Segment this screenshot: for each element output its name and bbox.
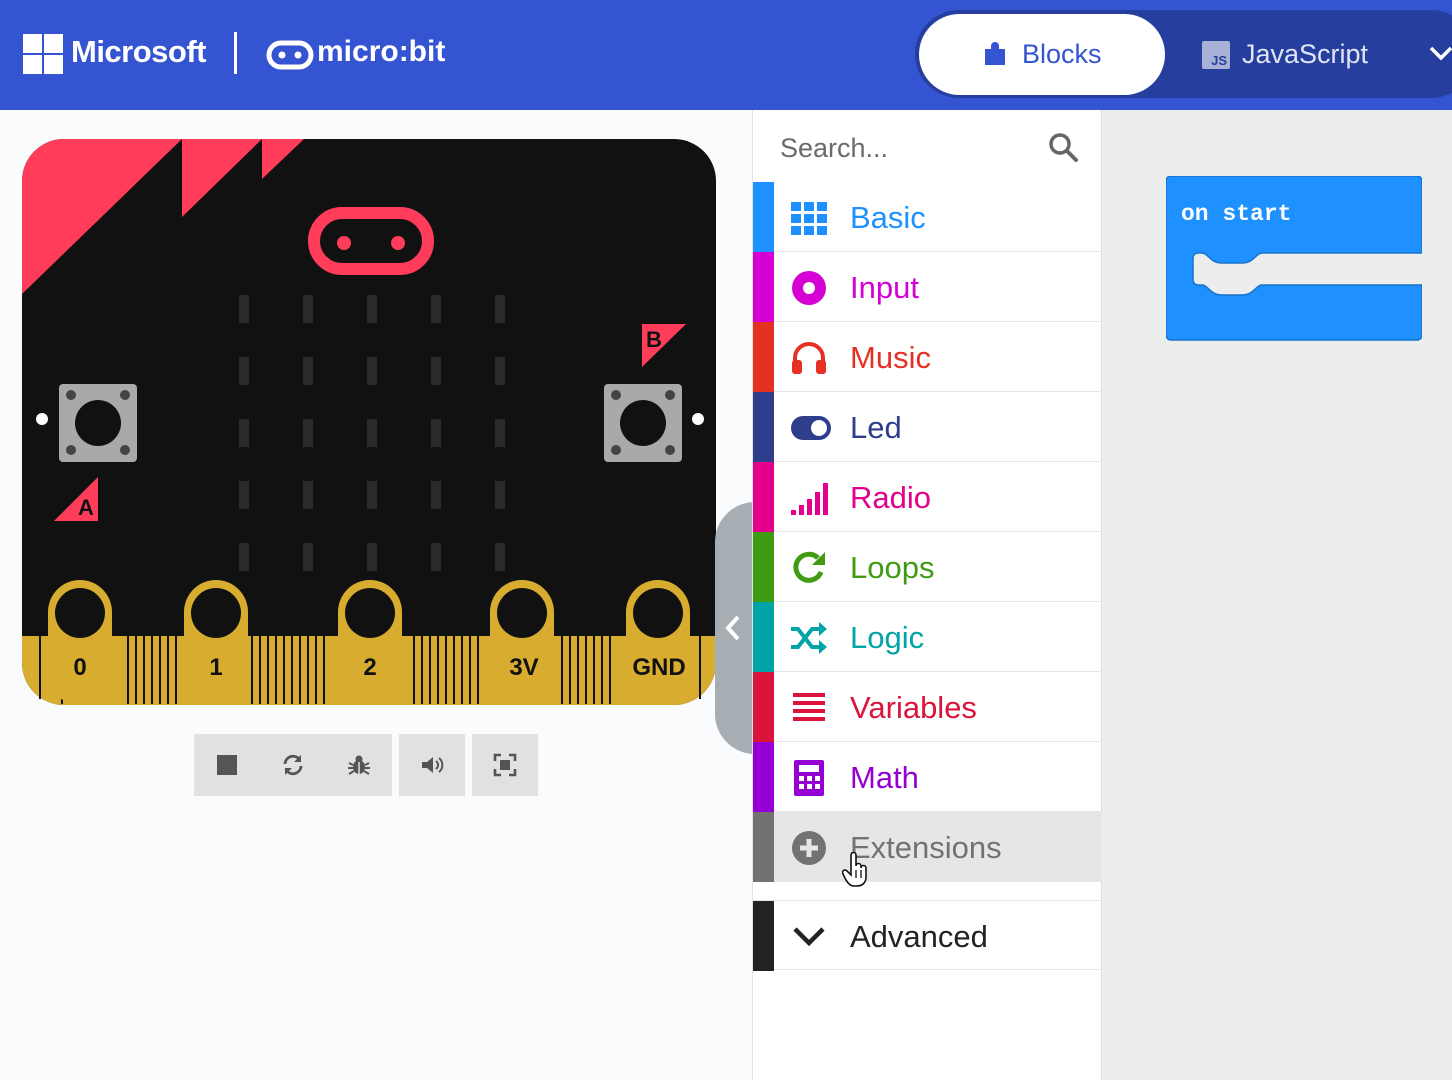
category-color-bar	[753, 602, 774, 672]
category-label: Logic	[850, 620, 925, 655]
headphones-icon	[792, 342, 826, 374]
microsoft-logo-icon	[23, 34, 63, 74]
category-extensions[interactable]: Extensions	[753, 812, 1102, 882]
mute-button[interactable]	[399, 734, 465, 796]
shuffle-icon	[791, 622, 827, 654]
restart-icon	[283, 754, 303, 776]
button-b[interactable]	[604, 384, 682, 462]
chevron-down-icon	[793, 927, 825, 947]
category-color-bar	[753, 812, 774, 882]
toolbox-search-input[interactable]	[780, 126, 1030, 170]
hand-cursor-icon	[842, 852, 867, 887]
chevron-left-icon	[725, 615, 740, 641]
puzzle-icon	[985, 42, 1005, 65]
category-color-bar	[753, 901, 774, 971]
category-color-bar	[753, 392, 774, 462]
bug-icon	[348, 755, 370, 775]
category-color-bar	[753, 742, 774, 812]
category-color-bar	[753, 532, 774, 602]
button-b-label: B	[646, 327, 662, 352]
category-color-bar	[753, 462, 774, 532]
debug-button[interactable]	[326, 734, 392, 796]
microbit-logo-icon	[266, 40, 314, 70]
category-math[interactable]: Math	[753, 742, 1102, 812]
category-led[interactable]: Led	[753, 392, 1102, 462]
tab-blocks-label: Blocks	[1022, 39, 1102, 69]
category-variables[interactable]: Variables	[753, 672, 1102, 742]
tab-javascript-label: JavaScript	[1242, 39, 1369, 69]
category-color-bar	[753, 252, 774, 322]
pin-label: GND	[632, 654, 685, 681]
fullscreen-button[interactable]	[472, 734, 538, 796]
stop-button[interactable]	[194, 734, 260, 796]
search-icon[interactable]	[1047, 131, 1079, 163]
category-color-bar	[753, 672, 774, 742]
on-start-label: on start	[1181, 201, 1292, 227]
category-label: Variables	[850, 690, 977, 725]
simulator-collapse-button[interactable]	[715, 502, 755, 754]
category-label: Radio	[850, 480, 931, 515]
speaker-icon	[422, 757, 444, 773]
category-advanced[interactable]: Advanced	[753, 900, 1102, 971]
category-input[interactable]: Input	[753, 252, 1102, 322]
toggle-icon	[791, 416, 831, 440]
brand-divider	[234, 32, 237, 74]
category-basic[interactable]: Basic	[753, 182, 1102, 252]
microsoft-brand: Microsoft	[71, 34, 207, 69]
button-a[interactable]	[59, 384, 137, 462]
calculator-icon	[794, 760, 824, 796]
microbit-brand: micro:bit	[317, 35, 446, 68]
chevron-down-icon[interactable]	[1428, 42, 1452, 64]
signal-bars-icon	[791, 483, 828, 515]
tab-javascript[interactable]: JS JavaScript	[1190, 14, 1430, 95]
category-loops[interactable]: Loops	[753, 532, 1102, 602]
category-label: Basic	[850, 200, 926, 235]
category-radio[interactable]: Radio	[753, 462, 1102, 532]
category-label: Advanced	[850, 919, 988, 954]
input-circle-icon	[792, 271, 826, 305]
category-color-bar	[753, 182, 774, 252]
category-label: Extensions	[850, 830, 1002, 865]
microbit-board: A B 0 1 2 3V GND	[22, 139, 716, 705]
category-logic[interactable]: Logic	[753, 602, 1102, 672]
pin-label: 0	[73, 654, 86, 681]
category-color-bar	[753, 322, 774, 392]
category-label: Input	[850, 270, 919, 305]
category-label: Loops	[850, 550, 935, 585]
stop-icon	[217, 755, 237, 775]
js-icon: JS	[1202, 41, 1230, 69]
list-lines-icon	[793, 693, 825, 721]
grid-icon	[791, 202, 827, 235]
category-label: Led	[850, 410, 902, 445]
button-a-label: A	[78, 495, 94, 520]
pin-label: 3V	[509, 654, 538, 681]
plus-circle-icon	[792, 831, 826, 865]
pin-label: 2	[363, 654, 376, 681]
loop-arrow-icon	[793, 551, 825, 583]
category-music[interactable]: Music	[753, 322, 1102, 392]
category-label: Math	[850, 760, 919, 795]
tab-blocks[interactable]: Blocks	[919, 14, 1165, 95]
pin-label: 1	[209, 654, 222, 681]
category-label: Music	[850, 340, 931, 375]
fullscreen-icon	[493, 753, 517, 777]
restart-button[interactable]	[260, 734, 326, 796]
